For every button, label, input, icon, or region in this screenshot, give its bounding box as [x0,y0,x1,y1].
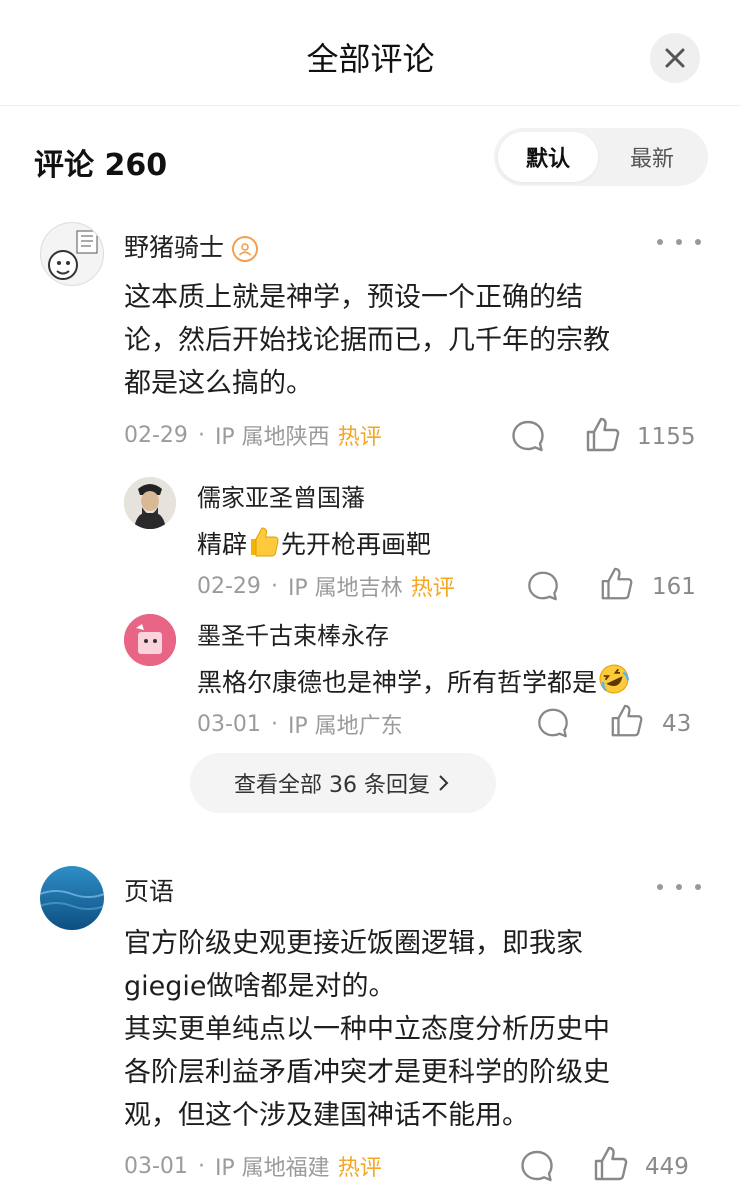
more-options-icon[interactable] [657,237,701,247]
like-count: 1155 [637,424,696,450]
more-options-icon[interactable] [657,882,701,892]
chevron-right-icon [439,775,449,791]
reply-location: IP 属地吉林 [287,576,403,601]
reply-text: 精辟 先开枪再画靶 [197,524,431,568]
reply-date: 02-29 [197,573,261,599]
sort-default-button[interactable]: 默认 [498,132,598,182]
view-all-replies-button[interactable]: 查看全部 36 条回复 [190,753,496,813]
like-icon[interactable] [609,703,645,739]
comment-text: 官方阶级史观更接近饭圈逻辑，即我家 giegie做啥都是对的。 其实更单纯点以一… [124,922,714,1137]
comment-meta: 03-01 · IP 属地福建 热评 [124,1150,382,1182]
like-count: 161 [652,574,696,600]
reply-comment-icon[interactable] [536,706,570,740]
like-count: 449 [645,1154,689,1180]
comment-line: 官方阶级史观更接近饭圈逻辑，即我家 [124,928,583,959]
comment-line: 其实更单纯点以一种中立态度分析历史中 [124,1014,610,1045]
hot-badge: 热评 [410,576,455,601]
reply-text-part: 先开枪再画靶 [281,530,432,559]
thumbs-up-emoji [247,524,281,568]
reply-meta: 02-29 · IP 属地吉林 热评 [197,570,455,602]
reply-username[interactable]: 墨圣千古束棒永存 [197,616,389,651]
comment-location: IP 属地福建 [214,1156,330,1181]
sort-toggle: 默认 最新 [494,128,708,186]
like-icon[interactable] [599,566,635,602]
comment-location: IP 属地陕西 [214,425,330,450]
reply-location: IP 属地广东 [287,714,403,739]
reply-comment-icon[interactable] [519,1148,555,1184]
reply-date: 03-01 [197,711,261,737]
comment-line: 这本质上就是神学，预设一个正确的结 [124,282,583,313]
reply-meta: 03-01 · IP 属地广东 [197,708,411,740]
close-button[interactable] [650,33,700,83]
like-icon[interactable] [584,416,622,454]
username-text: 野猪骑士 [124,233,225,262]
reply-text-part: 黑格尔康德也是神学，所有哲学都是 [197,668,598,697]
verified-badge-icon [232,236,259,262]
sheet-header: 全部评论 [0,0,741,106]
reply-text-part: 精辟 [197,530,248,559]
avatar[interactable] [124,477,176,529]
comment-count: 评论 260 [34,148,168,183]
comment-text: 这本质上就是神学，预设一个正确的结 论，然后开始找论据而已，几千年的宗教 都是这… [124,276,704,405]
page-title: 全部评论 [306,40,435,78]
comment-line: giegie做啥都是对的。 [124,971,396,1002]
comment-date: 03-01 [124,1153,188,1179]
comment-date: 02-29 [124,422,188,448]
comment-line: 论，然后开始找论据而已，几千年的宗教 [124,325,610,356]
view-all-label: 查看全部 36 条回复 [234,773,430,798]
like-icon[interactable] [592,1145,630,1183]
close-icon [665,48,685,68]
reply-text: 黑格尔康德也是神学，所有哲学都是 [197,662,631,706]
avatar[interactable] [40,222,104,286]
sort-newest-button[interactable]: 最新 [602,132,702,182]
rofl-emoji [597,662,631,706]
hot-badge: 热评 [337,1156,382,1181]
hot-badge: 热评 [337,425,382,450]
comment-meta: 02-29 · IP 属地陕西 热评 [124,419,382,451]
reply-comment-icon[interactable] [526,569,560,603]
avatar[interactable] [124,614,176,666]
avatar[interactable] [40,866,104,930]
reply-comment-icon[interactable] [510,418,546,454]
like-count: 43 [662,711,692,737]
comment-line: 观，但这个涉及建国神话不能用。 [124,1100,529,1131]
comment-line: 都是这么搞的。 [124,368,313,399]
reply-username[interactable]: 儒家亚圣曾国藩 [197,478,365,513]
comment-username[interactable]: 野猪骑士 [124,228,259,264]
comment-line: 各阶层利益矛盾冲突才是更科学的阶级史 [124,1057,610,1088]
comment-username[interactable]: 页语 [124,872,174,908]
